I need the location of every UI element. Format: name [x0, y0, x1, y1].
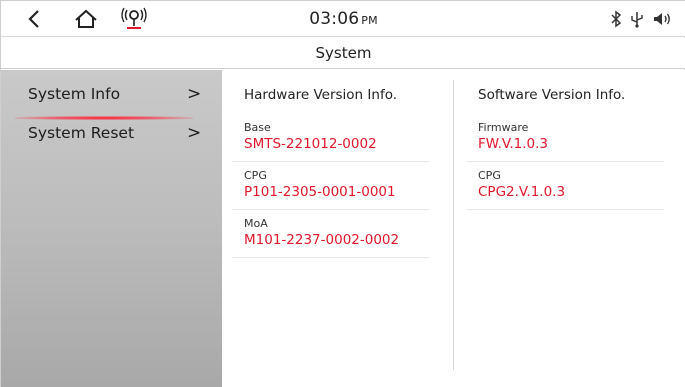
sidebar: System Info > System Reset >	[1, 70, 222, 387]
sidebar-item-label: System Info	[28, 85, 121, 103]
usb-icon	[631, 12, 643, 28]
row-divider	[232, 209, 430, 210]
software-entry-firmware: Firmware FW.V.1.0.3	[466, 121, 676, 167]
sidebar-item-system-reset[interactable]: System Reset >	[1, 119, 222, 151]
chevron-right-icon: >	[187, 84, 202, 104]
row-divider	[466, 209, 664, 210]
clock: 03:06 PM	[1, 9, 685, 29]
entry-key: Firmware	[478, 121, 529, 134]
entry-key: Base	[244, 121, 271, 134]
chevron-right-icon: >	[187, 123, 202, 143]
row-divider	[466, 161, 664, 162]
entry-key: MoA	[244, 217, 268, 230]
hardware-entry-base: Base SMTS-221012-0002	[232, 121, 442, 167]
clock-ampm: PM	[361, 14, 378, 27]
clock-time: 03:06	[309, 9, 360, 29]
title-bar: System	[1, 38, 685, 69]
entry-value: SMTS-221012-0002	[244, 136, 377, 152]
row-divider	[232, 161, 430, 162]
entry-value: M101-2237-0002-0002	[244, 232, 400, 248]
entry-value: FW.V.1.0.3	[478, 136, 548, 152]
sidebar-item-label: System Reset	[28, 124, 135, 142]
page-title: System	[315, 44, 372, 62]
content-area: Hardware Version Info. Base SMTS-221012-…	[222, 70, 685, 387]
screen-frame: 03:06 PM System System Info > System Res…	[0, 0, 685, 387]
hardware-entry-moa: MoA M101-2237-0002-0002	[232, 217, 442, 263]
entry-key: CPG	[478, 169, 501, 182]
entry-key: CPG	[244, 169, 267, 182]
row-divider	[232, 257, 430, 258]
bluetooth-icon	[611, 10, 622, 28]
column-divider	[453, 80, 454, 370]
sidebar-item-system-info[interactable]: System Info >	[1, 80, 222, 120]
hardware-heading: Hardware Version Info.	[244, 87, 398, 103]
status-icons	[610, 9, 672, 29]
volume-icon	[654, 13, 670, 25]
software-entry-cpg: CPG CPG2.V.1.0.3	[466, 169, 676, 215]
status-bar: 03:06 PM	[1, 1, 685, 37]
entry-value: P101-2305-0001-0001	[244, 184, 396, 200]
hardware-entry-cpg: CPG P101-2305-0001-0001	[232, 169, 442, 215]
entry-value: CPG2.V.1.0.3	[478, 184, 566, 200]
software-heading: Software Version Info.	[478, 87, 626, 103]
